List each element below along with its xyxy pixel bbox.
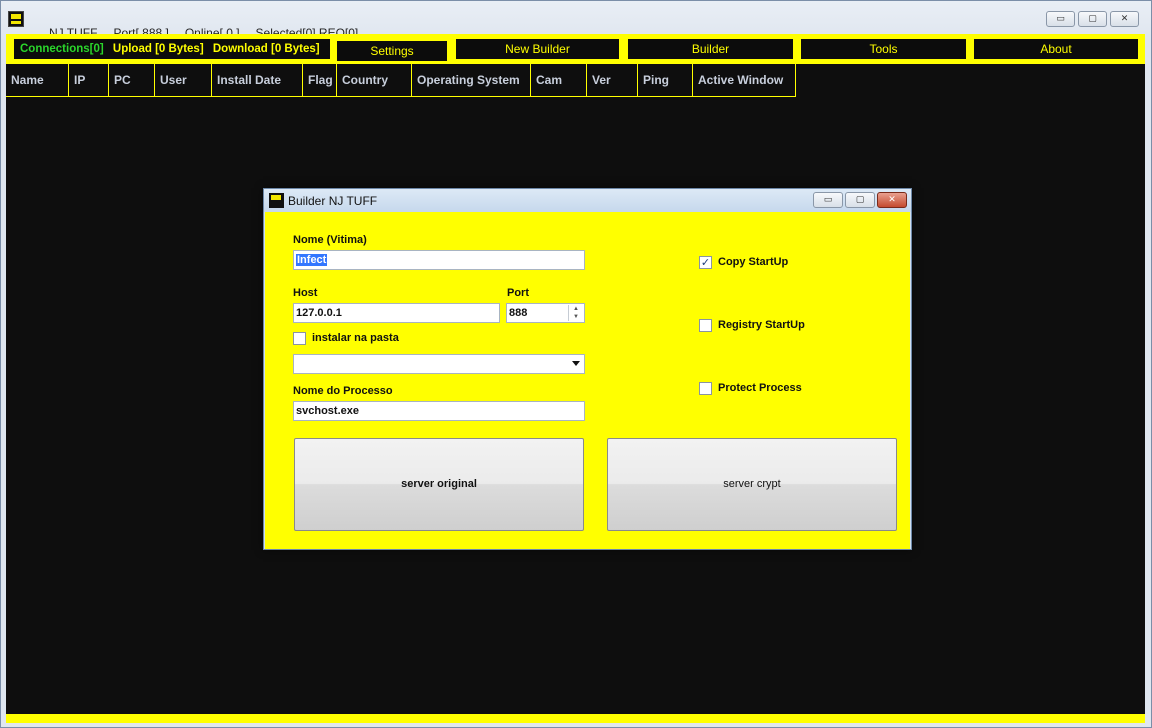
about-button[interactable]: About bbox=[974, 39, 1138, 59]
processo-input[interactable]: svchost.exe bbox=[293, 401, 585, 421]
window-controls: ▭ ▢ ✕ bbox=[1046, 11, 1139, 27]
nome-input-value: Infect bbox=[296, 254, 328, 266]
port-label: Port bbox=[507, 287, 529, 299]
dialog-minimize-button[interactable]: ▭ bbox=[813, 192, 843, 208]
dialog-window-controls: ▭ ▢ ✕ bbox=[813, 192, 907, 208]
maximize-icon: ▢ bbox=[1088, 14, 1097, 24]
nome-label: Nome (Vitima) bbox=[293, 234, 367, 246]
minimize-icon: ▭ bbox=[1056, 14, 1065, 24]
builder-dialog: Builder NJ TUFF ▭ ▢ ✕ Nome (Vitima) Infe… bbox=[263, 188, 912, 550]
dialog-title: Builder NJ TUFF bbox=[288, 194, 378, 208]
protect-process-checkbox[interactable] bbox=[699, 382, 712, 395]
title-bar[interactable]: NJ TUFF Port[ 888 ] Online[ 0 ] Selected[0]… bbox=[1, 1, 1151, 40]
status-bar bbox=[6, 714, 1145, 723]
host-input[interactable]: 127.0.0.1 bbox=[293, 303, 500, 323]
col-header-active-window[interactable]: Active Window bbox=[693, 64, 796, 97]
col-header-install-date[interactable]: Install Date bbox=[212, 64, 303, 97]
server-original-button[interactable]: server original bbox=[294, 438, 584, 531]
port-value: 888 bbox=[509, 307, 528, 319]
chevron-down-icon bbox=[572, 361, 580, 366]
new-builder-button[interactable]: New Builder bbox=[456, 39, 619, 59]
builder-button[interactable]: Builder bbox=[628, 39, 793, 59]
registry-startup-label: Registry StartUp bbox=[718, 319, 805, 331]
registry-startup-checkbox[interactable] bbox=[699, 319, 712, 332]
dialog-title-bar[interactable]: Builder NJ TUFF ▭ ▢ ✕ bbox=[264, 189, 911, 212]
col-header-ping[interactable]: Ping bbox=[638, 64, 693, 97]
dialog-close-button[interactable]: ✕ bbox=[877, 192, 907, 208]
col-header-pc[interactable]: PC bbox=[109, 64, 155, 97]
col-header-ver[interactable]: Ver bbox=[587, 64, 638, 97]
tools-button[interactable]: Tools bbox=[801, 39, 966, 59]
col-header-user[interactable]: User bbox=[155, 64, 212, 97]
dialog-maximize-button[interactable]: ▢ bbox=[845, 192, 875, 208]
dialog-body: Nome (Vitima) Infect Host 127.0.0.1 Port… bbox=[265, 212, 910, 549]
table-header: Name IP PC User Install Date Flag Countr… bbox=[6, 64, 796, 97]
col-header-ip[interactable]: IP bbox=[69, 64, 109, 97]
folder-dropdown[interactable] bbox=[293, 354, 585, 374]
col-header-name[interactable]: Name bbox=[6, 64, 69, 97]
settings-button[interactable]: Settings bbox=[337, 41, 447, 61]
checkmark-icon: ✓ bbox=[700, 256, 711, 269]
upload-stat: Upload [0 Bytes] bbox=[112, 43, 204, 55]
dialog-logo-icon bbox=[269, 193, 284, 208]
copy-startup-label: Copy StartUp bbox=[718, 256, 789, 268]
processo-label: Nome do Processo bbox=[293, 385, 393, 397]
download-stat: Download [0 Bytes] bbox=[212, 43, 320, 55]
toolbar: Connections[0] Upload [0 Bytes] Download… bbox=[6, 34, 1145, 64]
server-crypt-button[interactable]: server crypt bbox=[607, 438, 897, 531]
port-spinner[interactable]: ▲ ▼ bbox=[568, 305, 583, 321]
minimize-icon: ▭ bbox=[823, 195, 833, 205]
host-label: Host bbox=[293, 287, 318, 299]
port-stepper[interactable]: 888 ▲ ▼ bbox=[506, 303, 585, 323]
maximize-button[interactable]: ▢ bbox=[1078, 11, 1107, 27]
minimize-button[interactable]: ▭ bbox=[1046, 11, 1075, 27]
instalar-checkbox[interactable] bbox=[293, 332, 306, 345]
app-logo-icon bbox=[8, 11, 24, 27]
spin-up-icon[interactable]: ▲ bbox=[569, 305, 583, 313]
protect-process-label: Protect Process bbox=[718, 382, 802, 394]
maximize-icon: ▢ bbox=[855, 195, 865, 205]
nome-input[interactable]: Infect bbox=[293, 250, 585, 270]
col-header-flag[interactable]: Flag bbox=[303, 64, 337, 97]
connections-count: Connections[0] bbox=[20, 43, 104, 55]
transfer-stats: Connections[0] Upload [0 Bytes] Download… bbox=[14, 39, 330, 59]
close-button[interactable]: ✕ bbox=[1110, 11, 1139, 27]
copy-startup-checkbox[interactable]: ✓ bbox=[699, 256, 712, 269]
col-header-operating-system[interactable]: Operating System bbox=[412, 64, 531, 97]
close-icon: ✕ bbox=[1120, 14, 1129, 24]
close-icon: ✕ bbox=[888, 195, 896, 205]
spin-down-icon[interactable]: ▼ bbox=[569, 313, 583, 321]
instalar-label: instalar na pasta bbox=[312, 332, 399, 344]
col-header-country[interactable]: Country bbox=[337, 64, 412, 97]
col-header-cam[interactable]: Cam bbox=[531, 64, 587, 97]
